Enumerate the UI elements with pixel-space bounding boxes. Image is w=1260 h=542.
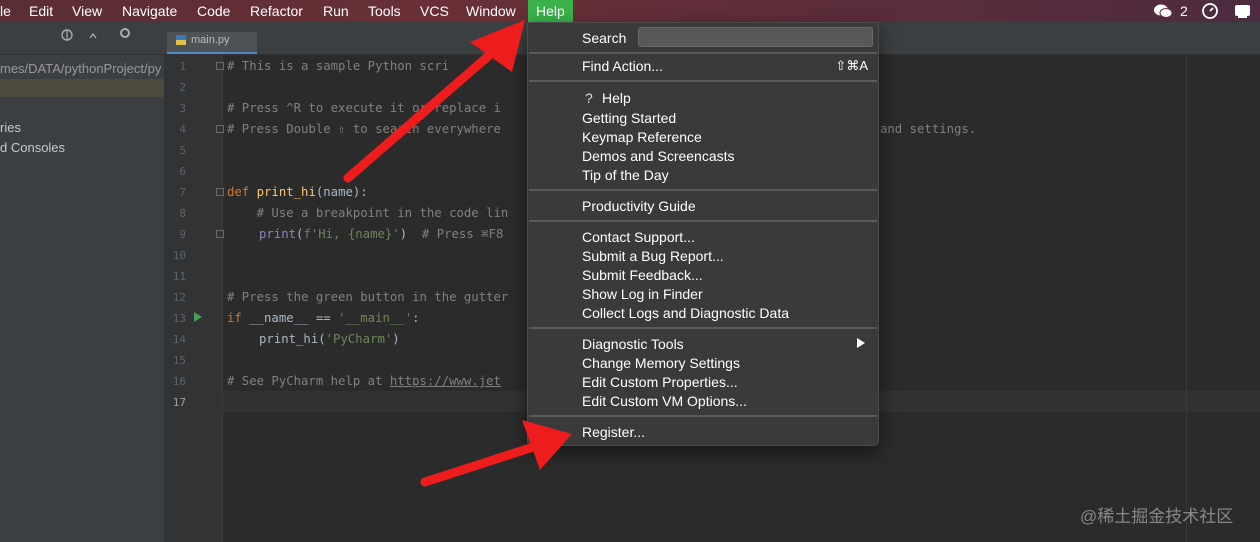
watermark: @稀土掘金技术社区 xyxy=(1080,507,1234,526)
arrow-to-help-menu xyxy=(343,20,525,183)
annotation-arrows xyxy=(343,20,572,487)
arrow-to-register xyxy=(420,420,572,487)
